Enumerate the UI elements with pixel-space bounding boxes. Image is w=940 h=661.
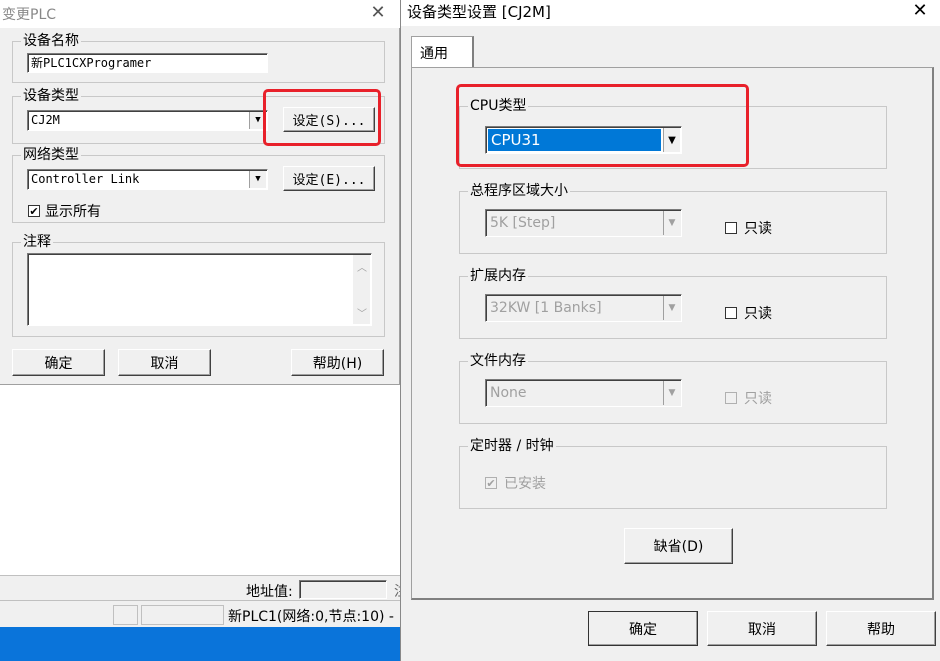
file-memory-value: None [490,385,527,401]
show-all-checkbox[interactable]: ✔ 显示所有 [28,201,101,221]
check-icon[interactable]: ✔ [485,477,497,489]
device-type-select[interactable]: CJ2M ▼ [27,110,268,131]
left-cancel-button[interactable]: 取消 [118,349,211,376]
left-dialog-title: 变更PLC [2,7,57,23]
readonly-label-2: 只读 [744,306,772,322]
program-area-label: 总程序区域大小 [468,182,570,200]
right-title-bar: 设备类型设置 [CJ2M] ✕ [401,0,940,26]
file-memory-label: 文件内存 [468,352,528,370]
network-type-value: Controller Link [31,172,140,186]
tab-general-label: 通用 [420,46,448,62]
status-bar: 新PLC1(网络:0,节点:10) - [0,603,402,627]
tab-panel: CPU类型 CPU31 ▼ 总程序区域大小 5K [Step] ▼ 只读 扩展内… [411,67,934,600]
status-text: 新PLC1(网络:0,节点:10) - [228,609,394,625]
readonly-label-3: 只读 [744,391,772,407]
checkbox-icon[interactable] [725,392,737,404]
installed-label: 已安装 [504,476,546,492]
annotation-box-right [456,84,749,167]
change-plc-dialog: 变更PLC ✕ 设备名称 新PLC1CXProgramer 设备类型 CJ2M … [0,0,400,385]
default-button[interactable]: 缺省(D) [624,528,733,564]
left-ok-button[interactable]: 确定 [12,349,105,376]
device-type-settings-dialog: 设备类型设置 [CJ2M] ✕ 通用 CPU类型 CPU31 ▼ 总程序区域大小… [400,0,940,661]
left-title-bar: 变更PLC ✕ [0,0,400,28]
left-help-button[interactable]: 帮助(H) [291,349,384,376]
address-bar: 地址值: 注 [0,578,408,601]
ext-memory-value: 32KW [1 Banks] [490,300,602,316]
comment-textarea[interactable]: ︿ ﹀ [27,253,372,326]
readonly-checkbox-3[interactable]: 只读 [725,388,772,408]
readonly-label-1: 只读 [744,221,772,237]
right-ok-button[interactable]: 确定 [588,611,698,646]
checkbox-icon[interactable] [725,222,737,234]
network-type-select[interactable]: Controller Link ▼ [27,169,268,190]
background-statusbar-area: 地址值: 注 新PLC1(网络:0,节点:10) - [0,575,408,627]
chevron-down-icon[interactable]: ▼ [663,211,680,235]
check-icon[interactable]: ✔ [28,205,40,217]
readonly-checkbox-1[interactable]: 只读 [725,218,772,238]
taskbar-strip [0,627,402,661]
right-close-icon[interactable]: ✕ [909,0,931,22]
scroll-up-icon[interactable]: ︿ [357,259,367,274]
readonly-checkbox-2[interactable]: 只读 [725,303,772,323]
chevron-down-icon[interactable]: ▼ [249,171,266,188]
device-type-label: 设备类型 [21,87,81,105]
timer-clock-label: 定时器 / 时钟 [468,437,556,455]
annotation-box-left [263,89,381,146]
address-input[interactable] [299,580,387,599]
network-type-settings-button[interactable]: 设定(E)... [283,166,375,191]
device-name-input[interactable]: 新PLC1CXProgramer [27,53,268,73]
right-dialog-title: 设备类型设置 [CJ2M] [407,3,551,21]
device-name-label: 设备名称 [21,32,81,50]
ext-memory-select[interactable]: 32KW [1 Banks] ▼ [485,294,682,322]
program-area-select[interactable]: 5K [Step] ▼ [485,209,682,237]
scroll-down-icon[interactable]: ﹀ [357,305,367,320]
left-close-icon[interactable]: ✕ [368,2,388,24]
right-help-button[interactable]: 帮助 [826,611,936,646]
installed-checkbox[interactable]: ✔ 已安装 [485,473,546,493]
show-all-label: 显示所有 [45,204,101,220]
right-cancel-button[interactable]: 取消 [707,611,817,646]
comment-scrollbar[interactable]: ︿ ﹀ [353,255,370,324]
ext-memory-label: 扩展内存 [468,267,528,285]
address-label: 地址值: [246,584,293,600]
tab-general[interactable]: 通用 [411,36,474,68]
chevron-down-icon[interactable]: ▼ [663,381,680,405]
chevron-down-icon[interactable]: ▼ [663,296,680,320]
checkbox-icon[interactable] [725,307,737,319]
network-type-label: 网络类型 [21,146,81,164]
file-memory-select[interactable]: None ▼ [485,379,682,407]
comment-label: 注释 [21,233,53,251]
program-area-value: 5K [Step] [490,215,556,231]
device-type-value: CJ2M [31,113,60,127]
